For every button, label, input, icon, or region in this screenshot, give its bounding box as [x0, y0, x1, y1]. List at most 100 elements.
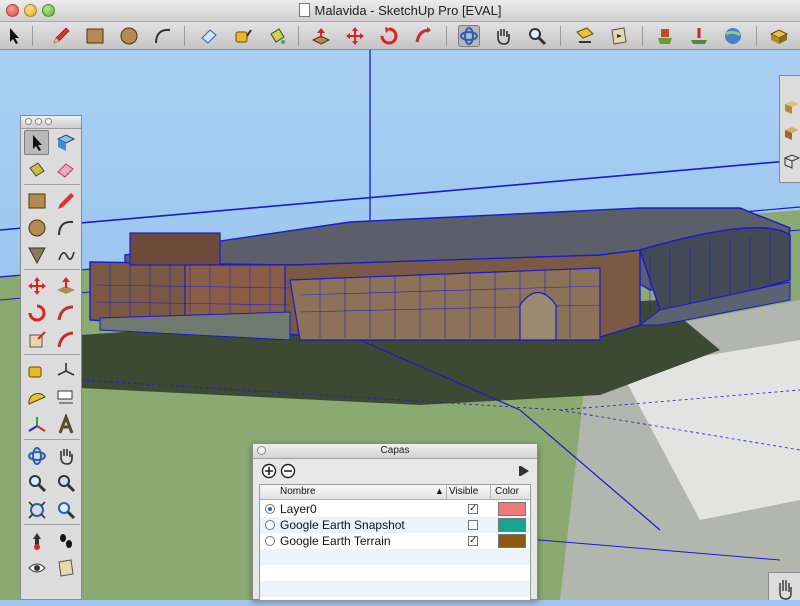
palette-dimension-button[interactable] — [53, 385, 78, 410]
layer-row[interactable]: Layer0 ✓ — [260, 501, 530, 517]
palette-move-button[interactable] — [24, 273, 49, 298]
tools-palette — [20, 115, 82, 600]
move-tool-button[interactable] — [344, 25, 366, 47]
palette-arc-button[interactable] — [53, 215, 78, 240]
style-button-3[interactable] — [783, 152, 800, 170]
style-button-1[interactable] — [783, 98, 800, 116]
palette-offset-button[interactable] — [53, 327, 78, 352]
delete-layer-button[interactable] — [280, 463, 296, 479]
layer-name[interactable]: Google Earth Terrain — [280, 534, 391, 548]
footprints-icon — [59, 533, 72, 548]
layer-visible-checkbox[interactable] — [468, 520, 478, 530]
style-button-2[interactable] — [783, 124, 800, 142]
palette-zoom-extents-button[interactable] — [24, 497, 49, 522]
layer-visible-checkbox[interactable]: ✓ — [468, 504, 478, 514]
palette-follow-me-button[interactable] — [53, 300, 78, 325]
follow-me-tool-button[interactable] — [412, 25, 434, 47]
resize-corner[interactable] — [768, 572, 800, 600]
layer-color-swatch[interactable] — [498, 502, 526, 516]
palette-previous-view-button[interactable] — [53, 497, 78, 522]
components-icon — [769, 29, 789, 44]
title-bar: Malavida - SketchUp Pro [EVAL] — [0, 0, 800, 22]
zoom-tool-button[interactable] — [526, 25, 548, 47]
layer-row[interactable]: Google Earth Terrain ✓ — [260, 533, 530, 549]
circle-icon — [28, 219, 45, 236]
active-layer-radio[interactable] — [265, 504, 275, 514]
palette-push-pull-button[interactable] — [53, 273, 78, 298]
palette-select-button[interactable] — [24, 130, 49, 155]
zoom-icon — [529, 28, 547, 46]
toggle-terrain-button[interactable] — [688, 25, 710, 47]
arc-tool-button[interactable] — [152, 25, 174, 47]
palette-zoom-window-button[interactable] — [53, 470, 78, 495]
column-color[interactable]: Color — [495, 486, 519, 497]
rotate-tool-button[interactable] — [378, 25, 400, 47]
circle-tool-button[interactable] — [118, 25, 140, 47]
layer-color-swatch[interactable] — [498, 518, 526, 532]
paint-bucket-icon — [270, 28, 285, 44]
cube-wireframe-icon — [783, 154, 800, 169]
layers-details-button[interactable] — [517, 463, 533, 479]
palette-scale-button[interactable] — [24, 327, 49, 352]
palette-polygon-button[interactable] — [24, 242, 49, 267]
push-pull-icon — [56, 276, 75, 294]
palette-make-component-button[interactable] — [53, 130, 78, 155]
palette-orbit-button[interactable] — [24, 443, 49, 468]
palette-rotate-button[interactable] — [24, 300, 49, 325]
palette-zoom-button[interactable] — [24, 470, 49, 495]
rectangle-tool-button[interactable] — [84, 25, 106, 47]
palette-look-around-button[interactable] — [24, 555, 49, 580]
palette-circle-button[interactable] — [24, 215, 49, 240]
layer-name[interactable]: Layer0 — [280, 502, 317, 516]
palette-minimize-button[interactable] — [35, 118, 42, 125]
main-toolbar — [0, 22, 800, 50]
column-visible[interactable]: Visible — [449, 486, 478, 497]
share-model-button[interactable] — [722, 25, 744, 47]
palette-pencil-button[interactable] — [53, 188, 78, 213]
palette-rectangle-button[interactable] — [24, 188, 49, 213]
3d-text-icon — [58, 413, 73, 434]
palette-position-camera-button[interactable] — [24, 528, 49, 553]
palette-section-plane-button[interactable] — [53, 555, 78, 580]
get-current-view-button[interactable] — [654, 25, 676, 47]
palette-axes-tool-button[interactable] — [24, 412, 49, 437]
palette-freehand-button[interactable] — [53, 242, 78, 267]
axes-icon — [57, 362, 74, 376]
palette-axes-button[interactable] — [53, 358, 78, 383]
push-pull-tool-button[interactable] — [310, 25, 332, 47]
zoom-extents-tool-button[interactable] — [574, 25, 596, 47]
palette-3d-text-button[interactable] — [53, 412, 78, 437]
palette-close-button[interactable] — [25, 118, 32, 125]
palette-zoom-button[interactable] — [45, 118, 52, 125]
pencil-tool-button[interactable] — [50, 25, 72, 47]
layers-table: Nombre ▲ Visible Color Layer0 ✓ Google Ear… — [259, 484, 531, 601]
layer-name[interactable]: Google Earth Snapshot — [280, 518, 405, 532]
palette-paint-bucket-button[interactable] — [24, 157, 49, 182]
active-layer-radio[interactable] — [265, 520, 275, 530]
layers-panel-close-button[interactable] — [257, 446, 266, 455]
cube-textured-icon — [785, 127, 799, 140]
select-tool-button[interactable] — [4, 25, 26, 47]
layer-row[interactable]: Google Earth Snapshot — [260, 517, 530, 533]
paint-bucket-tool-button[interactable] — [266, 25, 288, 47]
column-name[interactable]: Nombre — [280, 486, 316, 497]
palette-eraser-button[interactable] — [53, 157, 78, 182]
empty-row — [260, 549, 530, 565]
tape-measure-tool-button[interactable] — [232, 25, 254, 47]
layer-color-swatch[interactable] — [498, 534, 526, 548]
add-layer-button[interactable] — [261, 463, 277, 479]
palette-tape-measure-button[interactable] — [24, 358, 49, 383]
palette-walk-button[interactable] — [53, 528, 78, 553]
layer-visible-checkbox[interactable]: ✓ — [468, 536, 478, 546]
palette-pan-button[interactable] — [53, 443, 78, 468]
pan-tool-button[interactable] — [492, 25, 514, 47]
palette-protractor-button[interactable] — [24, 385, 49, 410]
components-button[interactable] — [768, 25, 790, 47]
sort-arrow-icon[interactable]: ▲ — [435, 486, 444, 496]
eraser-tool-button[interactable] — [198, 25, 220, 47]
active-layer-radio[interactable] — [265, 536, 275, 546]
cube-shaded-icon — [785, 101, 799, 114]
position-camera-icon — [32, 532, 41, 550]
orbit-tool-button[interactable] — [458, 25, 480, 47]
section-plane-tool-button[interactable] — [608, 25, 630, 47]
